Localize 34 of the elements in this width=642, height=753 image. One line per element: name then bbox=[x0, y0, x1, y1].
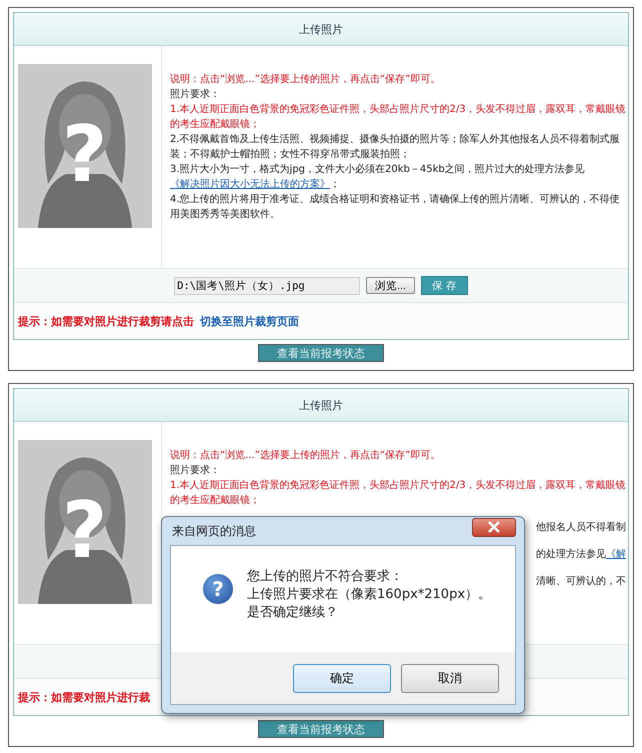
hint-text: 提示：如需要对照片进行裁剪请点击 bbox=[18, 314, 194, 328]
question-mark: ? bbox=[62, 116, 108, 194]
close-button[interactable] bbox=[472, 518, 516, 536]
close-icon bbox=[487, 521, 501, 533]
file-path-field[interactable]: D:\国考\照片（女）.jpg bbox=[174, 276, 360, 294]
instruction-text: 2.不得佩戴首饰及上传生活照、视频捕捉、摄像头拍摄的照片等；除军人外其他报名人员不得着制式服装；不得戴护士帽拍照；女性不得穿吊带式服装拍照； bbox=[170, 132, 621, 162]
instruction-text: 1.本人近期正面白色背景的免冠彩色证件照，头部占照片尺寸的2/3，头发不得过眉，露双耳，常戴眼镜的考生应配戴眼镜； bbox=[170, 102, 626, 132]
instruction-text: 他报名人员不得看制 bbox=[536, 520, 626, 535]
avatar-silhouette-icon bbox=[18, 440, 152, 604]
dialog-message: 上传照片要求在（像素160px*210px）。 bbox=[247, 586, 492, 604]
instruction-text: 4.您上传的照片将用于准考证、成绩合格证明和资格证书，请确保上传的照片清晰、可辨认的，不得使用美图秀秀等美图软件。 bbox=[170, 192, 621, 222]
browse-button[interactable]: 浏览... bbox=[366, 277, 415, 294]
crop-page-link[interactable]: 切换至照片裁剪页面 bbox=[200, 314, 299, 328]
solution-link[interactable]: 《解 bbox=[606, 549, 626, 560]
question-icon: ? bbox=[203, 574, 233, 604]
instruction-text: 说明：点击“浏览...”选择要上传的照片，再点击“保存”即可。 bbox=[170, 72, 442, 87]
hint-text: 提示：如需要对照片进行裁 bbox=[18, 690, 150, 704]
solution-link[interactable]: 《解决照片因大小无法上传的方案》 bbox=[170, 179, 330, 190]
panel-header: 上传照片 bbox=[14, 389, 628, 422]
dialog-message: 您上传的照片不符合要求： bbox=[247, 568, 404, 586]
cancel-button[interactable]: 取消 bbox=[401, 664, 499, 692]
dialog-title: 来自网页的消息 bbox=[171, 522, 256, 540]
instruction-text: 照片要求： bbox=[170, 88, 221, 102]
instruction-text: 的处理方法参见《解 bbox=[536, 548, 626, 562]
instruction-text: 清晰、可辨认的，不 bbox=[536, 574, 626, 589]
question-mark: ? bbox=[62, 492, 108, 570]
instruction-text: 3.照片大小为一寸，格式为jpg，文件大小必须在20kb－45kb之间，照片过大的处理方法参见 《解决照片因大小无法上传的方案》； bbox=[170, 162, 586, 192]
instruction-text: 1.本人近期正面白色背景的免冠彩色证件照，头部占照片尺寸的2/3，头发不得过眉，露双耳，常戴眼镜的考生应配戴眼镜； bbox=[170, 478, 626, 508]
dialog-message: 是否确定继续？ bbox=[247, 604, 339, 622]
instruction-text: 说明：点击“浏览...”选择要上传的照片，再点击“保存”即可。 bbox=[170, 448, 442, 463]
instruction-text: 照片要求： bbox=[170, 464, 221, 478]
avatar-silhouette-icon bbox=[18, 64, 152, 228]
ok-button[interactable]: 确定 bbox=[293, 664, 391, 692]
panel-header: 上传照片 bbox=[14, 13, 628, 46]
